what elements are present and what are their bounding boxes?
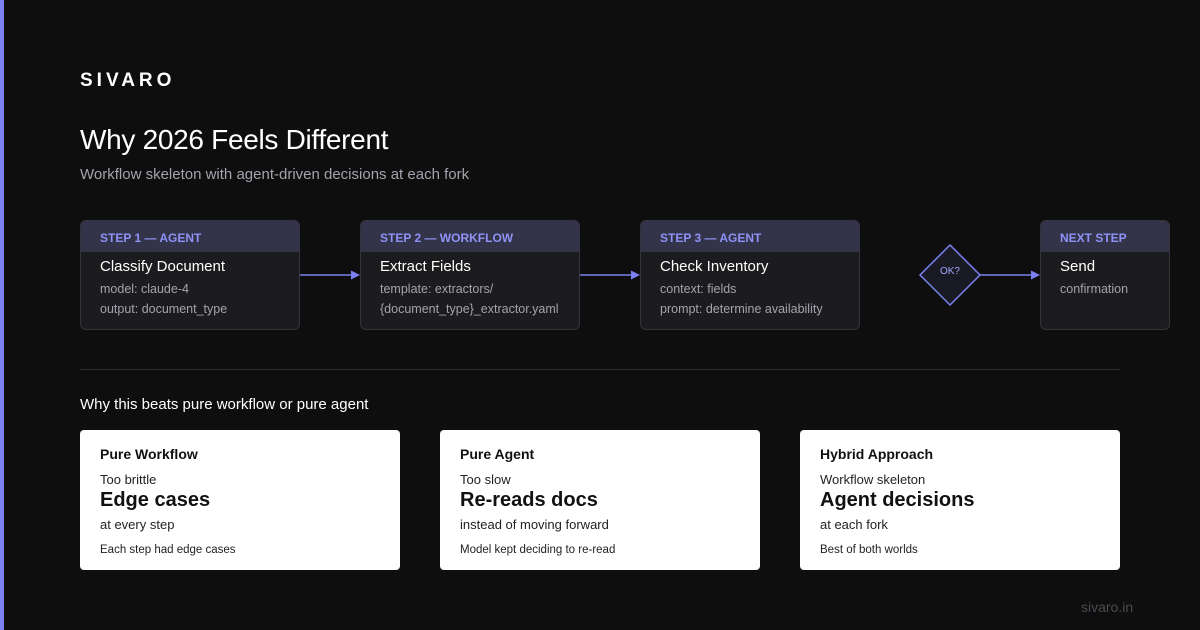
card-title: Hybrid Approach — [820, 446, 934, 462]
arrowhead-step3 — [631, 270, 640, 280]
card-description: at every step — [100, 517, 175, 532]
step-label: STEP 3 — AGENT — [641, 221, 859, 252]
left-accent-bar — [0, 0, 4, 630]
card-description: at each fork — [820, 517, 888, 532]
section-title: Why this beats pure workflow or pure age… — [80, 396, 369, 413]
card-tag: Too slow — [460, 472, 511, 487]
step-name: Extract Fields — [380, 258, 471, 275]
card-title: Pure Agent — [460, 446, 535, 462]
step-label: STEP 2 — WORKFLOW — [361, 221, 579, 252]
card-tag: Too brittle — [100, 472, 157, 487]
arrowhead-step2 — [351, 270, 360, 280]
step-label: NEXT STEP — [1041, 221, 1169, 252]
footer-url: sivaro.in — [1081, 599, 1134, 615]
step-card-classify: STEP 1 — AGENT Classify Document model: … — [80, 220, 300, 330]
card-note: Best of both worlds — [820, 544, 918, 556]
brand-logo: SIVARO — [80, 70, 176, 91]
comparison-card-pure-agent: Pure Agent Too slow Re-reads docs instea… — [440, 430, 760, 570]
card-headline: Edge cases — [100, 489, 211, 511]
step-detail: context: fields — [660, 282, 737, 296]
card-title: Pure Workflow — [100, 446, 198, 462]
step-name: Classify Document — [100, 258, 226, 275]
step-name: Send — [1060, 258, 1096, 275]
card-note: Each step had edge cases — [100, 544, 236, 556]
step-detail: model: claude-4 — [100, 282, 189, 296]
card-headline: Agent decisions — [820, 489, 975, 511]
section-divider — [80, 369, 1120, 370]
card-note: Model kept deciding to re-read — [460, 544, 616, 556]
step-name: Check Inventory — [660, 258, 769, 275]
page-title: Why 2026 Feels Different — [80, 124, 389, 155]
decision-label: OK? — [939, 266, 960, 277]
step-label: STEP 1 — AGENT — [81, 221, 299, 252]
step-detail: template: extractors/ — [380, 282, 494, 296]
card-tag: Workflow skeleton — [820, 472, 926, 487]
comparison-card-hybrid: Hybrid Approach Workflow skeleton Agent … — [800, 430, 1120, 570]
step-card-inventory: STEP 3 — AGENT Check Inventory context: … — [640, 220, 860, 330]
decision-diamond — [918, 243, 982, 307]
page-subtitle: Workflow skeleton with agent-driven deci… — [80, 166, 470, 183]
step-detail: {document_type}_extractor.yaml — [380, 302, 559, 316]
card-description: instead of moving forward — [460, 517, 609, 532]
comparison-card-pure-workflow: Pure Workflow Too brittle Edge cases at … — [80, 430, 400, 570]
arrowhead-next — [1031, 270, 1040, 280]
step-detail: output: document_type — [100, 302, 228, 316]
step-card-extract: STEP 2 — WORKFLOW Extract Fields templat… — [360, 220, 580, 330]
card-headline: Re-reads docs — [460, 489, 598, 511]
step-card-next: NEXT STEP Send confirmation — [1040, 220, 1170, 330]
step-detail: confirmation — [1060, 282, 1129, 296]
step-detail: prompt: determine availability — [660, 302, 823, 316]
